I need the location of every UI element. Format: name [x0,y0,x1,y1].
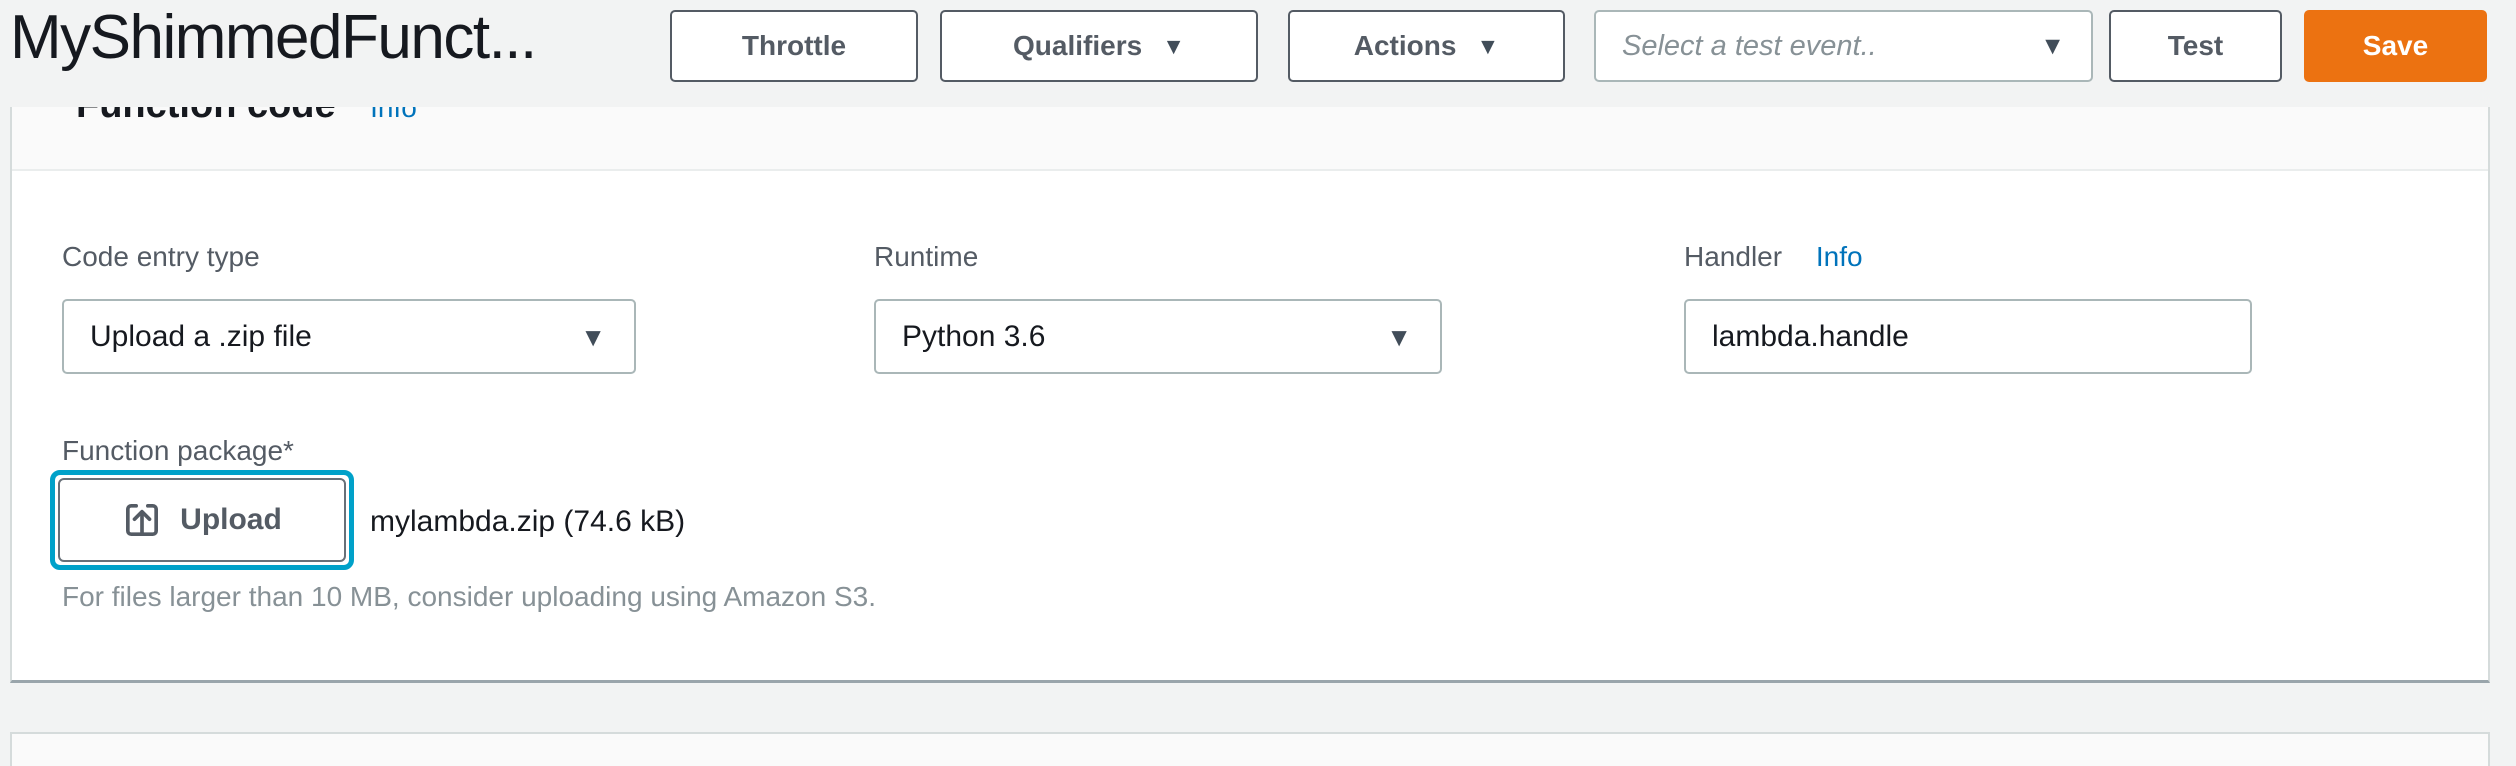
next-section-card [10,732,2490,766]
throttle-button[interactable]: Throttle [670,10,918,82]
throttle-button-label: Throttle [742,30,846,62]
chevron-down-icon: ▼ [1386,324,1412,350]
upload-icon [122,500,162,540]
handler-label-row: Handler Info [1684,240,1863,274]
test-button[interactable]: Test [2109,10,2282,82]
function-package-label: Function package* [62,434,294,468]
runtime-label: Runtime [874,240,978,274]
upload-button-focus-ring: Upload [50,470,354,570]
upload-button-label: Upload [180,503,282,537]
uploaded-file-name: mylambda.zip (74.6 kB) [370,504,685,540]
function-name-title: MyShimmedFunct... [10,2,536,73]
qualifiers-button[interactable]: Qualifiers ▼ [940,10,1258,82]
qualifiers-button-label: Qualifiers [1013,30,1142,62]
chevron-down-icon: ▼ [1476,35,1499,58]
handler-info-link[interactable]: Info [1816,241,1863,272]
runtime-dropdown[interactable]: Python 3.6 ▼ [874,299,1442,374]
s3-help-text: For files larger than 10 MB, consider up… [62,580,876,614]
chevron-down-icon: ▼ [580,324,606,350]
actions-button-label: Actions [1354,30,1457,62]
chevron-down-icon: ▼ [2040,34,2065,59]
runtime-value: Python 3.6 [902,320,1045,354]
function-code-card: Function code Info Code entry type Runti… [10,70,2490,683]
code-entry-type-value: Upload a .zip file [90,320,312,354]
handler-label: Handler [1684,241,1782,272]
test-event-placeholder: Select a test event.. [1622,30,1877,63]
test-event-select[interactable]: Select a test event.. ▼ [1594,10,2093,82]
handler-input[interactable] [1712,320,2224,354]
page-header: MyShimmedFunct... Throttle Qualifiers ▼ … [0,0,2516,107]
handler-field-wrap [1684,299,2252,374]
code-entry-type-label: Code entry type [62,240,260,274]
upload-button[interactable]: Upload [58,478,346,562]
save-button-label: Save [2363,30,2428,62]
actions-button[interactable]: Actions ▼ [1288,10,1565,82]
code-entry-type-dropdown[interactable]: Upload a .zip file ▼ [62,299,636,374]
save-button[interactable]: Save [2304,10,2487,82]
test-button-label: Test [2168,30,2224,62]
chevron-down-icon: ▼ [1162,35,1185,58]
